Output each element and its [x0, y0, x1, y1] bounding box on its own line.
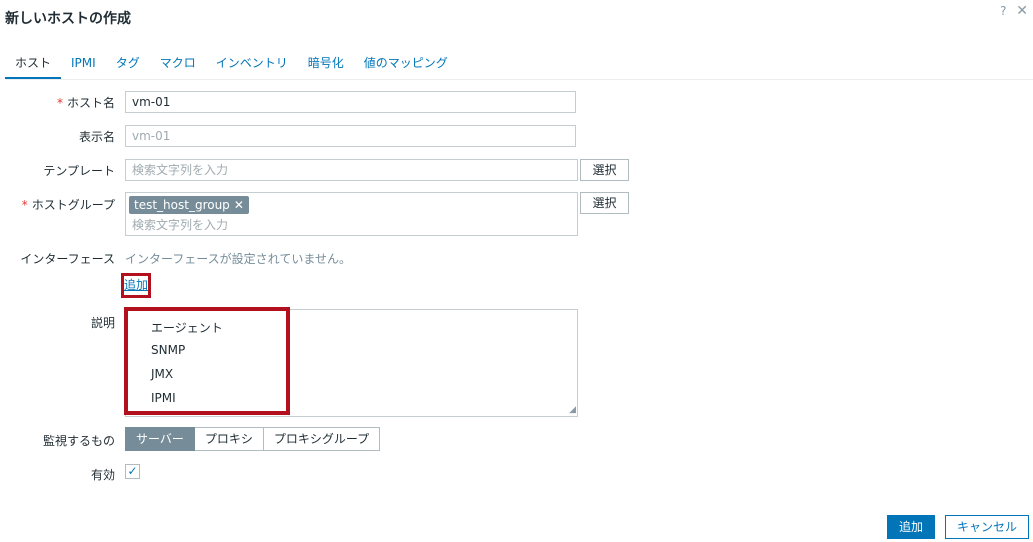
menu-item-agent[interactable]: エージェント [151, 319, 223, 336]
add-interface-link[interactable]: 追加 [121, 273, 151, 298]
tab-macros[interactable]: マクロ [150, 53, 206, 79]
help-icon[interactable]: ? [1000, 4, 1006, 18]
cancel-button[interactable]: キャンセル [945, 515, 1029, 539]
host-groups-label-text: ホストグループ [31, 198, 115, 212]
tab-value-mapping[interactable]: 値のマッピング [354, 53, 458, 79]
tab-encryption[interactable]: 暗号化 [298, 53, 354, 79]
monitored-by-proxy[interactable]: プロキシ [194, 427, 264, 451]
templates-label: テンプレート [43, 164, 115, 178]
tab-inventory[interactable]: インベントリ [206, 53, 298, 79]
menu-item-jmx[interactable]: JMX [151, 367, 173, 381]
host-groups-select-button[interactable]: 選択 [580, 192, 629, 214]
close-icon[interactable]: ✕ [1016, 3, 1028, 19]
description-label: 説明 [90, 316, 115, 330]
menu-item-ipmi[interactable]: IPMI [151, 391, 176, 405]
tab-tags[interactable]: タグ [106, 53, 150, 79]
monitored-by-server[interactable]: サーバー [125, 427, 195, 451]
add-button[interactable]: 追加 [887, 515, 935, 539]
templates-select-button[interactable]: 選択 [580, 159, 629, 181]
interface-type-menu: エージェント SNMP JMX IPMI [124, 307, 290, 415]
host-name-input[interactable]: vm-01 [125, 91, 576, 113]
host-groups-multiselect[interactable]: test_host_group ✕ 検索文字列を入力 [125, 192, 578, 236]
dialog-header-icons: ? ✕ [994, 3, 1028, 19]
monitored-by-proxy-group[interactable]: プロキシグループ [263, 427, 381, 451]
chip-remove-icon[interactable]: ✕ [234, 198, 244, 212]
menu-item-snmp[interactable]: SNMP [151, 343, 185, 357]
resize-handle-icon[interactable]: ◢ [569, 405, 576, 415]
host-name-label-text: ホスト名 [66, 96, 115, 110]
host-group-chip-label: test_host_group [134, 198, 230, 212]
enabled-checkbox[interactable]: ✓ [125, 464, 140, 479]
host-group-chip: test_host_group ✕ [129, 196, 249, 214]
enabled-label: 有効 [90, 468, 115, 482]
visible-name-input[interactable]: vm-01 [125, 125, 576, 147]
monitored-by-label: 監視するもの [42, 434, 115, 448]
required-marker: * [56, 96, 63, 110]
host-groups-label: * ホストグループ [22, 196, 115, 213]
host-groups-search-input[interactable]: 検索文字列を入力 [132, 216, 228, 233]
tab-bar: ホスト IPMI タグ マクロ インベントリ 暗号化 値のマッピング [5, 53, 1033, 80]
tab-host[interactable]: ホスト [5, 53, 62, 79]
required-marker: * [21, 198, 28, 212]
templates-input[interactable]: 検索文字列を入力 [125, 159, 578, 181]
interfaces-empty-message: インターフェースが設定されていません。 [125, 252, 351, 266]
check-icon: ✓ [127, 464, 138, 478]
tab-ipmi[interactable]: IPMI [61, 53, 106, 79]
interfaces-label: インターフェース [20, 252, 115, 266]
dialog-title: 新しいホストの作成 [5, 11, 131, 27]
monitored-by-segmented: サーバー プロキシ プロキシグループ [125, 427, 381, 451]
host-name-label: * ホスト名 [57, 94, 115, 111]
visible-name-label: 表示名 [78, 130, 115, 144]
